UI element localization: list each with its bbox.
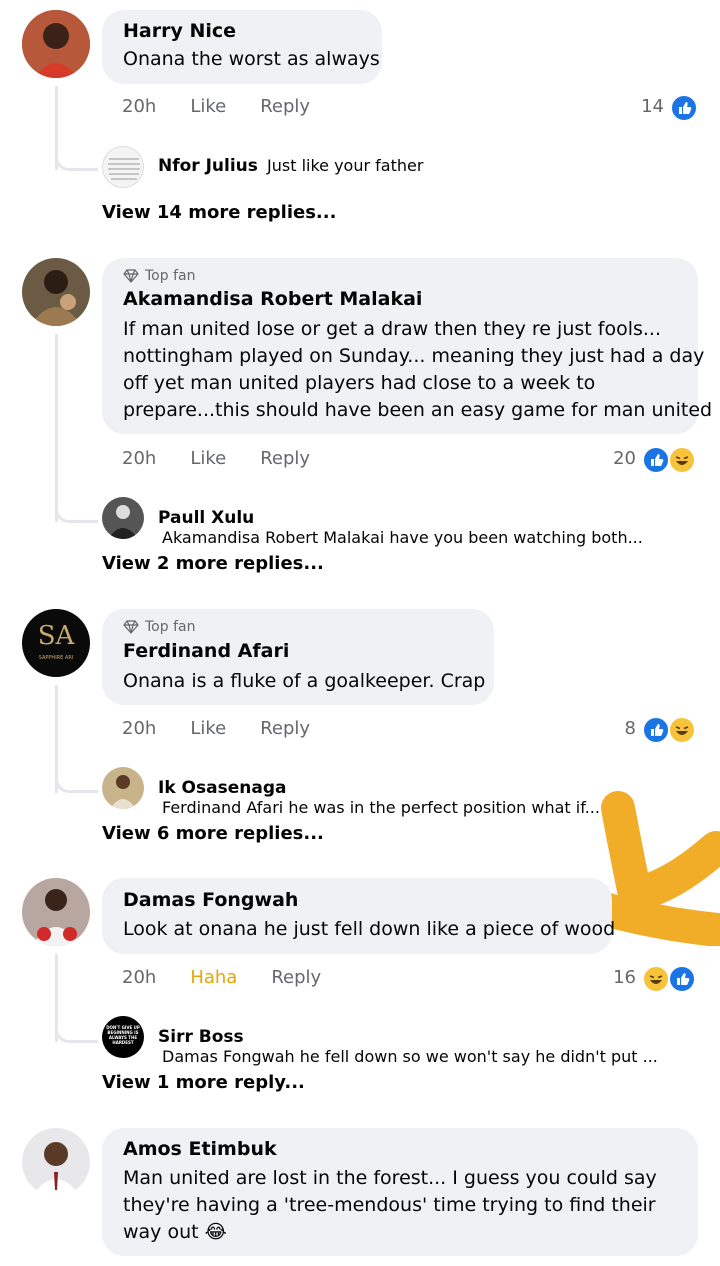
author-name[interactable]: Amos Etimbuk [123, 1138, 277, 1160]
reply-text: Ferdinand Afari he was in the perfect po… [162, 798, 600, 817]
comment-line: Man united are lost in the forest... I g… [123, 1167, 657, 1189]
author-name[interactable]: Akamandisa Robert Malakai [123, 288, 422, 310]
avatar-caption: DON'T GIVE UP BEGINNING IS ALWAYS THE HA… [106, 1025, 140, 1045]
haha-reaction-icon[interactable] [668, 446, 696, 474]
badge-label: Top fan [145, 268, 196, 284]
reply-text: Akamandisa Robert Malakai have you been … [162, 528, 643, 547]
comment-bubble[interactable]: Amos Etimbuk Man united are lost in the … [102, 1128, 698, 1256]
reply-author[interactable]: Sirr Boss [158, 1027, 244, 1047]
comment-actions: 20h Like Reply [122, 448, 310, 469]
reply-author[interactable]: Nfor Julius [158, 156, 258, 176]
timestamp: 20h [122, 96, 157, 117]
comment-line: If man united lose or get a draw then th… [123, 318, 661, 340]
diamond-icon [123, 620, 139, 634]
haha-reaction-icon[interactable] [668, 716, 696, 744]
timestamp: 20h [122, 718, 157, 739]
thread-connector [55, 482, 98, 523]
timestamp: 20h [122, 448, 157, 469]
reply-text: Just like your father [267, 156, 424, 175]
comment-line: prepare...this should have been an easy … [123, 399, 713, 421]
reply-author[interactable]: Paull Xulu [158, 508, 254, 528]
badge-label: Top fan [145, 619, 196, 635]
thread-connector [55, 1002, 98, 1043]
reaction-count[interactable]: 20 [590, 448, 636, 469]
comment-line: way out 😂 [123, 1221, 227, 1243]
author-name[interactable]: Damas Fongwah [123, 889, 298, 911]
author-name[interactable]: Harry Nice [123, 20, 236, 42]
avatar[interactable] [22, 258, 90, 326]
comment-text: Man united are lost in the forest... I g… [123, 1165, 657, 1246]
reaction-count[interactable]: 16 [592, 967, 636, 988]
comment-line: nottingham played on Sunday... meaning t… [123, 345, 705, 367]
like-reaction-icon[interactable] [668, 965, 696, 993]
comment-actions: 20h Haha Reply [122, 967, 321, 988]
view-more-replies[interactable]: View 6 more replies... [102, 823, 324, 844]
reply-preview[interactable]: Sirr Boss Damas Fongwah he fell down so … [158, 1027, 720, 1066]
highlighter-arrow-mark [598, 791, 720, 946]
avatar[interactable]: SA SAPPHIRE ARI [22, 609, 90, 677]
comment-line: off yet man united players had close to … [123, 372, 596, 394]
reply-preview[interactable]: Nfor Julius Just like your father [158, 156, 423, 176]
comment-bubble[interactable]: Harry Nice Onana the worst as always [102, 10, 382, 84]
reply-button[interactable]: Reply [260, 448, 310, 469]
comment-bubble[interactable]: Top fan Ferdinand Afari Onana is a fluke… [102, 609, 494, 705]
comment-line: they're having a 'tree-mendous' time try… [123, 1194, 656, 1216]
comment-actions: 20h Like Reply [122, 96, 310, 117]
avatar[interactable] [102, 497, 144, 539]
avatar[interactable] [22, 1128, 90, 1196]
top-fan-badge: Top fan [123, 619, 195, 635]
like-button[interactable]: Like [190, 718, 226, 739]
view-more-replies[interactable]: View 14 more replies... [102, 202, 336, 223]
reply-button[interactable]: Reply [260, 96, 310, 117]
like-reaction-icon[interactable] [670, 94, 698, 122]
like-button[interactable]: Like [190, 96, 226, 117]
like-reaction-icon[interactable] [642, 716, 670, 744]
diamond-icon [123, 269, 139, 283]
like-button[interactable]: Like [190, 448, 226, 469]
avatar-logo-caption: SAPPHIRE ARI [38, 655, 74, 661]
haha-reaction-icon[interactable] [642, 965, 670, 993]
avatar[interactable] [102, 146, 144, 188]
avatar[interactable] [102, 767, 144, 809]
reply-button[interactable]: Reply [271, 967, 321, 988]
haha-button[interactable]: Haha [190, 967, 237, 988]
comment-actions: 20h Like Reply [122, 718, 310, 739]
avatar[interactable]: DON'T GIVE UP BEGINNING IS ALWAYS THE HA… [102, 1016, 144, 1058]
timestamp: 20h [122, 967, 157, 988]
avatar[interactable] [22, 10, 90, 78]
thread-connector [55, 752, 98, 793]
reply-author[interactable]: Ik Osasenaga [158, 778, 286, 798]
reply-text: Damas Fongwah he fell down so we won't s… [162, 1047, 658, 1066]
author-name[interactable]: Ferdinand Afari [123, 640, 289, 662]
comment-bubble[interactable]: Top fan Akamandisa Robert Malakai If man… [102, 258, 712, 434]
comment-text: If man united lose or get a draw then th… [123, 316, 712, 424]
comment-text: Look at onana he just fell down like a p… [123, 918, 616, 940]
like-reaction-icon[interactable] [642, 446, 670, 474]
reply-button[interactable]: Reply [260, 718, 310, 739]
thread-connector [55, 130, 98, 171]
comment-bubble[interactable]: Damas Fongwah Look at onana he just fell… [102, 878, 616, 954]
comment-text: Onana is a fluke of a goalkeeper. Crap [123, 670, 486, 692]
view-more-replies[interactable]: View 2 more replies... [102, 553, 324, 574]
view-more-replies[interactable]: View 1 more reply... [102, 1072, 305, 1093]
reply-preview[interactable]: Paull Xulu Akamandisa Robert Malakai hav… [158, 508, 720, 547]
top-fan-badge: Top fan [123, 268, 195, 284]
reaction-count[interactable]: 8 [600, 718, 636, 739]
avatar[interactable] [22, 878, 90, 946]
comment-text: Onana the worst as always [123, 48, 380, 70]
avatar-logo: SA [37, 621, 75, 651]
reaction-count[interactable]: 14 [620, 96, 664, 117]
